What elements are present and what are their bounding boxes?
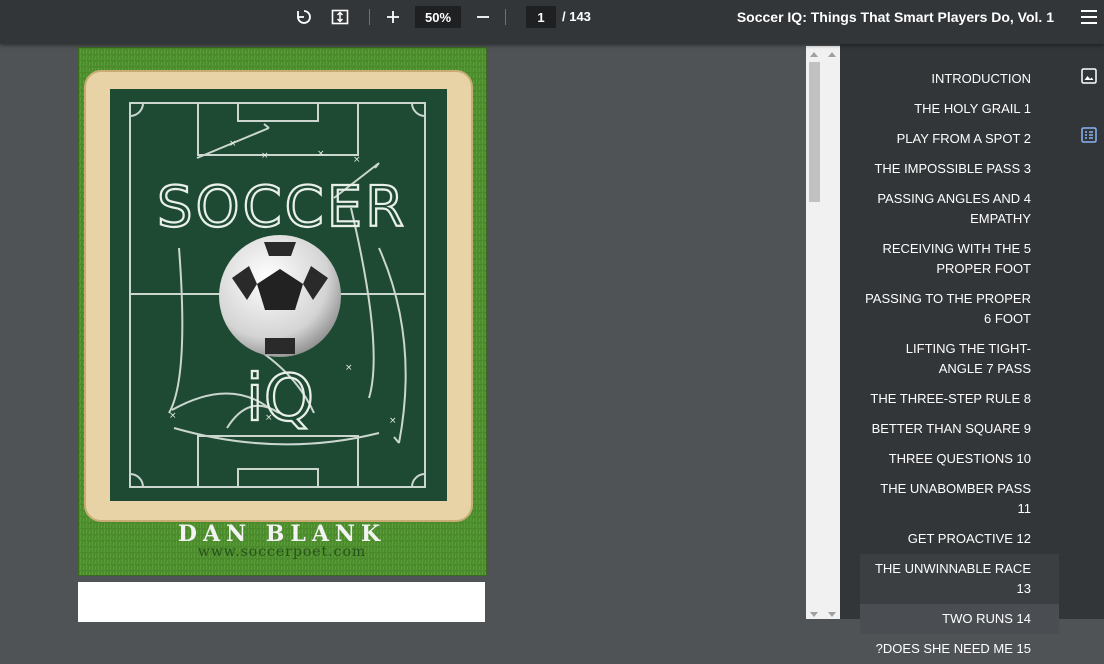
- toolbar-divider: [505, 9, 506, 25]
- document-title: Soccer IQ: Things That Smart Players Do,…: [736, 9, 1054, 25]
- pdf-page-2: [78, 582, 485, 622]
- cover-title-soccer: SOCCER: [157, 175, 407, 240]
- outline-item[interactable]: ?DOES SHE NEED ME 15: [860, 634, 1059, 664]
- page-total: / 143: [562, 9, 591, 24]
- scroll-down-arrow-icon[interactable]: [810, 612, 818, 617]
- outline-item[interactable]: PLAY FROM A SPOT 2: [860, 124, 1059, 154]
- thumbnails-icon[interactable]: [1080, 67, 1098, 85]
- menu-icon[interactable]: [1078, 6, 1100, 28]
- svg-text:×: ×: [229, 139, 237, 149]
- outline-scroll-up-icon[interactable]: [828, 52, 836, 57]
- rotate-icon[interactable]: [292, 6, 316, 28]
- outline-item[interactable]: TWO RUNS 14: [860, 604, 1059, 634]
- pdf-page-cover: × × × × × × × × SOCCER iQ DAN BLANK www.socce…: [78, 47, 487, 576]
- svg-text:×: ×: [169, 411, 177, 421]
- svg-text:×: ×: [389, 416, 397, 426]
- outline-item[interactable]: THE HOLY GRAIL 1: [860, 94, 1059, 124]
- outline-item[interactable]: BETTER THAN SQUARE 9: [860, 414, 1059, 444]
- outline-item[interactable]: THE THREE-STEP RULE 8: [860, 384, 1059, 414]
- page-number-input[interactable]: 1: [526, 6, 556, 28]
- cover-website: www.soccerpoet.com: [198, 544, 366, 560]
- outline-item[interactable]: THE UNABOMBER PASS 11: [860, 474, 1059, 524]
- outline-item[interactable]: RECEIVING WITH THE 5 PROPER FOOT: [860, 234, 1059, 284]
- pdf-toolbar: 50% 1 / 143 Soccer IQ: Things That Smart…: [0, 0, 1104, 44]
- svg-text:×: ×: [261, 151, 269, 161]
- outline-item[interactable]: THE IMPOSSIBLE PASS 3: [860, 154, 1059, 184]
- outline-scroll-down-icon[interactable]: [828, 612, 836, 617]
- svg-text:×: ×: [353, 155, 361, 165]
- outline-item[interactable]: INTRODUCTION: [860, 64, 1059, 94]
- sidebar-rail: [1064, 44, 1104, 619]
- zoom-in-icon[interactable]: [381, 6, 405, 28]
- outline-item[interactable]: LIFTING THE TIGHT-ANGLE 7 PASS: [860, 334, 1059, 384]
- fit-page-icon[interactable]: [328, 6, 352, 28]
- outline-icon[interactable]: [1080, 126, 1098, 144]
- cover-image: ×× × ×× × ×× SOCCER iQ DAN BLANK www.socce…: [79, 48, 486, 575]
- cover-title-iq: iQ: [246, 362, 314, 436]
- scrollbar-thumb[interactable]: [809, 62, 820, 202]
- document-outline-panel: INTRODUCTION THE HOLY GRAIL 1 PLAY FROM A …: [840, 44, 1064, 656]
- zoom-level-input[interactable]: 50%: [415, 6, 461, 28]
- outline-item[interactable]: THREE QUESTIONS 10: [860, 444, 1059, 474]
- outline-item[interactable]: PASSING ANGLES AND 4 EMPATHY: [860, 184, 1059, 234]
- outline-item[interactable]: GET PROACTIVE 12: [860, 524, 1059, 554]
- outline-item[interactable]: PASSING TO THE PROPER 6 FOOT: [860, 284, 1059, 334]
- zoom-out-icon[interactable]: [471, 6, 495, 28]
- outline-scrollbar[interactable]: [823, 46, 840, 619]
- outline-list: INTRODUCTION THE HOLY GRAIL 1 PLAY FROM A …: [860, 64, 1059, 664]
- toolbar-divider: [369, 9, 370, 25]
- scroll-up-arrow-icon[interactable]: [810, 52, 818, 57]
- svg-text:×: ×: [345, 363, 353, 373]
- outline-item[interactable]: THE UNWINNABLE RACE 13: [860, 554, 1059, 604]
- svg-text:×: ×: [317, 149, 325, 159]
